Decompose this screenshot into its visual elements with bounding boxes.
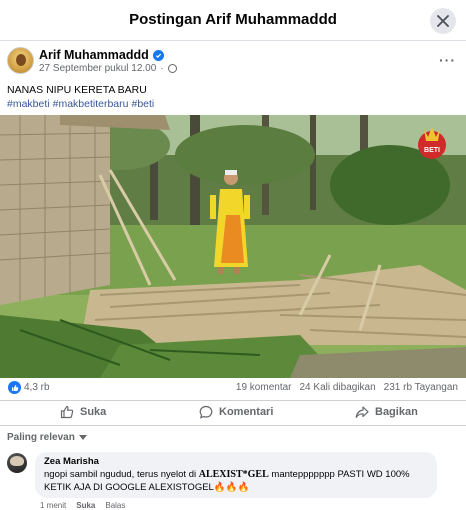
comment-sort-dropdown[interactable]: Paling relevan <box>7 432 87 443</box>
author-name-row: Arif Muhammaddd <box>39 48 164 62</box>
post-timestamp[interactable]: 27 September pukul 12.00 <box>39 63 156 74</box>
dialog-header: Postingan Arif Muhammaddd <box>0 0 466 41</box>
comment-bubble: Zea Marisha ngopi sambil ngudud, terus n… <box>35 452 437 498</box>
comment-label: Komentari <box>219 406 274 418</box>
action-bar: Suka Komentari Bagikan <box>0 400 466 426</box>
thumbs-up-icon <box>60 405 74 419</box>
more-options-button[interactable]: ··· <box>439 52 456 68</box>
hashtag-link[interactable]: #makbeti <box>7 98 50 110</box>
comment-text: ngopi sambil ngudud, terus nyelot di ALE… <box>44 468 428 494</box>
hashtag-link[interactable]: #beti <box>131 98 154 110</box>
sort-label: Paling relevan <box>7 432 75 443</box>
comment-like-button[interactable]: Suka <box>76 501 95 510</box>
channel-logo-text: BETI <box>424 147 440 154</box>
comment-time[interactable]: 1 menit <box>40 501 66 510</box>
post-stats: 4,3 rb 19 komentar 24 Kali dibagikan 231… <box>8 381 458 396</box>
reaction-count[interactable]: 4,3 rb <box>24 382 50 393</box>
share-label: Bagikan <box>375 406 418 418</box>
share-count[interactable]: 24 Kali dibagikan <box>300 382 376 393</box>
post-meta: 27 September pukul 12.00 · <box>39 63 177 74</box>
view-count: 231 rb Tayangan <box>383 382 458 393</box>
like-button[interactable]: Suka <box>60 405 106 419</box>
share-button[interactable]: Bagikan <box>355 405 418 419</box>
post-header: Arif Muhammaddd 27 September pukul 12.00… <box>7 47 460 79</box>
comment-text-part: ngopi sambil ngudud, terus nyelot di <box>44 469 199 480</box>
verified-badge-icon <box>152 49 164 61</box>
commenter-name[interactable]: Zea Marisha <box>44 456 428 467</box>
chevron-down-icon <box>78 435 87 440</box>
more-horizontal-icon: ··· <box>439 52 456 68</box>
comment-count[interactable]: 19 komentar <box>236 382 292 393</box>
author-avatar[interactable] <box>7 47 34 74</box>
hashtags: #makbeti #makbetiterbaru #beti <box>7 97 157 111</box>
comment-actions: 1 menit Suka Balas <box>40 501 125 510</box>
globe-icon <box>167 64 177 73</box>
post-video[interactable]: BETI <box>0 115 466 378</box>
thumbs-up-icon <box>8 381 21 394</box>
author-name[interactable]: Arif Muhammaddd <box>39 48 149 62</box>
close-button[interactable] <box>430 8 456 34</box>
close-icon <box>437 15 449 27</box>
dialog-title: Postingan Arif Muhammaddd <box>129 11 337 28</box>
comment-text-part: manteppppppp PASTI WD 100% <box>268 469 410 480</box>
video-frame: BETI <box>0 115 466 378</box>
like-label: Suka <box>80 406 107 418</box>
meta-separator: · <box>160 63 164 74</box>
comment-bubble-icon <box>199 405 213 419</box>
share-arrow-icon <box>355 406 369 418</box>
caption-text: NANAS NIPU KERETA BARU <box>7 84 147 96</box>
stats-right: 19 komentar 24 Kali dibagikan 231 rb Tay… <box>236 382 458 393</box>
hashtag-link[interactable]: #makbetiterbaru <box>53 98 129 110</box>
comment-text-line2: KETIK AJA DI GOOGLE ALEXISTOGEL🔥🔥🔥 <box>44 482 250 493</box>
post-caption: NANAS NIPU KERETA BARU #makbeti #makbetit… <box>7 83 157 111</box>
comment-text-bold: ALEXIST*GEL <box>198 469 269 480</box>
comment-reply-button[interactable]: Balas <box>105 501 125 510</box>
comment-button[interactable]: Komentari <box>199 405 273 419</box>
commenter-avatar[interactable] <box>7 453 27 473</box>
